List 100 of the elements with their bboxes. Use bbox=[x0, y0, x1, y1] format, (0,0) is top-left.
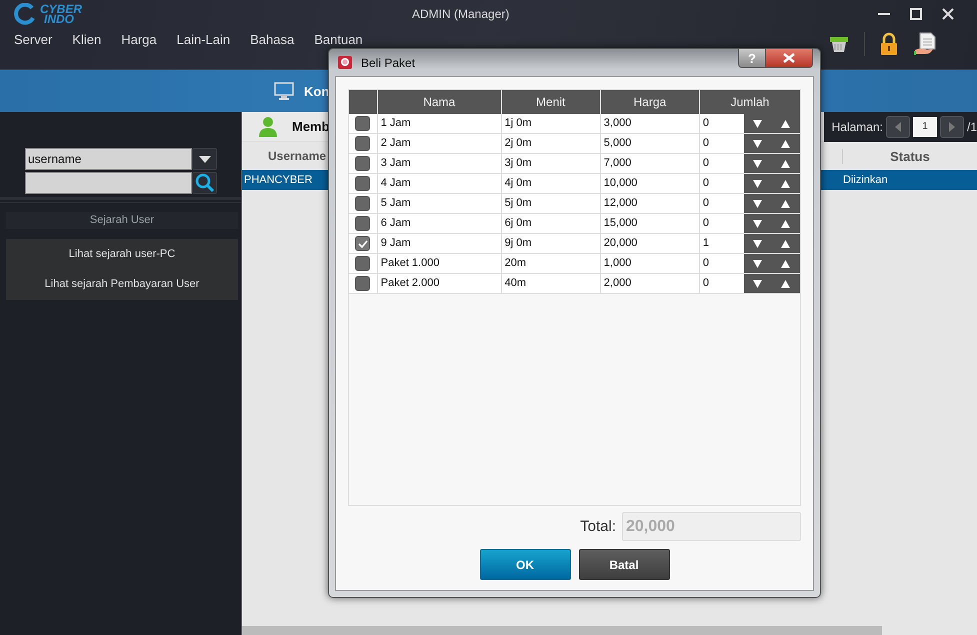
quantity-field[interactable]: 0 bbox=[700, 154, 744, 173]
table-cell: 1,000 bbox=[600, 254, 700, 273]
filter-dropdown[interactable]: username bbox=[25, 148, 192, 170]
panel-title: Memb bbox=[292, 119, 330, 134]
up-triangle-icon bbox=[781, 120, 790, 128]
table-cell: 4 Jam bbox=[378, 174, 502, 193]
table-cell: 6j 0m bbox=[502, 214, 601, 233]
lock-icon[interactable] bbox=[879, 32, 899, 56]
table-cell: 6 Jam bbox=[378, 214, 502, 233]
checkbox[interactable] bbox=[355, 236, 370, 251]
table-cell: 5,000 bbox=[600, 134, 700, 153]
dialog-title: Beli Paket bbox=[361, 56, 416, 70]
table-cell: 1 Jam bbox=[378, 114, 502, 133]
dropdown-button[interactable] bbox=[192, 148, 217, 170]
sidebar-link[interactable]: Lihat sejarah Pembayaran User bbox=[44, 277, 200, 292]
table-cell: 1j 0m bbox=[502, 114, 601, 133]
table-cell: 3j 0m bbox=[502, 154, 601, 173]
checkbox[interactable] bbox=[355, 276, 370, 291]
table-cell: 2,000 bbox=[600, 274, 700, 293]
table-cell: 20,000 bbox=[600, 234, 700, 253]
down-triangle-icon bbox=[753, 240, 762, 248]
menu-item[interactable]: Bahasa bbox=[250, 32, 294, 47]
table-cell: 9 Jam bbox=[378, 234, 502, 253]
up-triangle-icon bbox=[781, 180, 790, 188]
quantity-field[interactable]: 0 bbox=[700, 274, 744, 293]
checkbox[interactable] bbox=[355, 256, 370, 271]
table-cell: Paket 2.000 bbox=[378, 274, 502, 293]
table-cell: 20m bbox=[502, 254, 601, 273]
table-cell: 5j 0m bbox=[502, 194, 601, 213]
total-field: 20,000 bbox=[622, 512, 801, 541]
checkbox[interactable] bbox=[355, 176, 370, 191]
up-triangle-icon bbox=[781, 160, 790, 168]
up-triangle-icon bbox=[781, 220, 790, 228]
down-triangle-icon bbox=[753, 200, 762, 208]
checkbox[interactable] bbox=[355, 196, 370, 211]
sidebar-link[interactable]: Lihat sejarah user-PC bbox=[68, 247, 176, 262]
quantity-field[interactable]: 0 bbox=[700, 194, 744, 213]
right-arrow-icon bbox=[948, 122, 955, 132]
up-triangle-icon bbox=[781, 200, 790, 208]
column-header[interactable]: Status bbox=[842, 148, 977, 164]
user-icon bbox=[258, 116, 278, 138]
up-triangle-icon bbox=[781, 260, 790, 268]
up-triangle-icon bbox=[781, 280, 790, 288]
down-triangle-icon bbox=[753, 120, 762, 128]
table-cell: Paket 1.000 bbox=[378, 254, 502, 273]
search-icon bbox=[194, 173, 214, 193]
tab-label[interactable]: Kon bbox=[304, 84, 330, 98]
section-title: Sejarah User bbox=[6, 212, 238, 229]
column-header[interactable]: Jumlah bbox=[700, 90, 800, 114]
quantity-field[interactable]: 0 bbox=[700, 114, 744, 133]
down-triangle-icon bbox=[753, 160, 762, 168]
up-triangle-icon bbox=[781, 240, 790, 248]
menu-item[interactable]: Harga bbox=[121, 32, 157, 47]
table-cell: 10,000 bbox=[600, 174, 700, 193]
table-cell: 2j 0m bbox=[502, 134, 601, 153]
table-cell: 4j 0m bbox=[502, 174, 601, 193]
next-page-button[interactable] bbox=[940, 116, 964, 138]
page-field[interactable]: 1 bbox=[912, 116, 937, 136]
table-cell: 3 Jam bbox=[378, 154, 502, 173]
menu-item[interactable]: Lain-Lain bbox=[176, 32, 230, 47]
close-button[interactable] bbox=[766, 49, 813, 68]
pager-label: Halaman: bbox=[832, 120, 883, 134]
table-cell: 2 Jam bbox=[378, 134, 502, 153]
checkbox[interactable] bbox=[355, 156, 370, 171]
table-cell-text: PHANCYBER bbox=[243, 174, 312, 186]
table-cell-text: Diizinkan bbox=[843, 174, 889, 186]
caret-icon bbox=[198, 156, 210, 162]
down-triangle-icon bbox=[753, 260, 762, 268]
quantity-field[interactable]: 1 bbox=[700, 234, 744, 253]
table-cell: 3,000 bbox=[600, 114, 700, 133]
ok-button[interactable]: OK bbox=[480, 549, 570, 580]
close-icon[interactable] bbox=[941, 7, 955, 21]
menu-item[interactable]: Server bbox=[14, 32, 52, 47]
document-hand-icon[interactable] bbox=[913, 32, 937, 56]
checkbox[interactable] bbox=[355, 216, 370, 231]
quantity-field[interactable]: 0 bbox=[700, 214, 744, 233]
down-triangle-icon bbox=[753, 280, 762, 288]
scrollbar[interactable] bbox=[242, 626, 882, 635]
table-cell: 12,000 bbox=[600, 194, 700, 213]
menu-item[interactable]: Bantuan bbox=[314, 32, 363, 47]
menu-item[interactable]: Klien bbox=[72, 32, 102, 47]
checkbox[interactable] bbox=[355, 116, 370, 131]
table-cell: 40m bbox=[502, 274, 601, 293]
search-button[interactable] bbox=[192, 172, 217, 194]
search-field[interactable] bbox=[25, 172, 192, 194]
cancel-button[interactable]: Batal bbox=[578, 549, 670, 580]
quantity-field[interactable]: 0 bbox=[700, 174, 744, 193]
window-title: ADMIN (Manager) bbox=[412, 7, 510, 21]
checkbox[interactable] bbox=[355, 136, 370, 151]
table-cell: 15,000 bbox=[600, 214, 700, 233]
total-label: Total: bbox=[580, 518, 616, 535]
quantity-field[interactable]: 0 bbox=[700, 254, 744, 273]
check-icon bbox=[358, 240, 368, 248]
quantity-field[interactable]: 0 bbox=[700, 134, 744, 153]
down-triangle-icon bbox=[753, 180, 762, 188]
app-icon bbox=[337, 54, 353, 70]
maximize-icon[interactable] bbox=[909, 7, 923, 21]
table-cell: 9j 0m bbox=[502, 234, 601, 253]
close-icon bbox=[783, 53, 795, 63]
previous-page-button[interactable] bbox=[886, 116, 910, 138]
